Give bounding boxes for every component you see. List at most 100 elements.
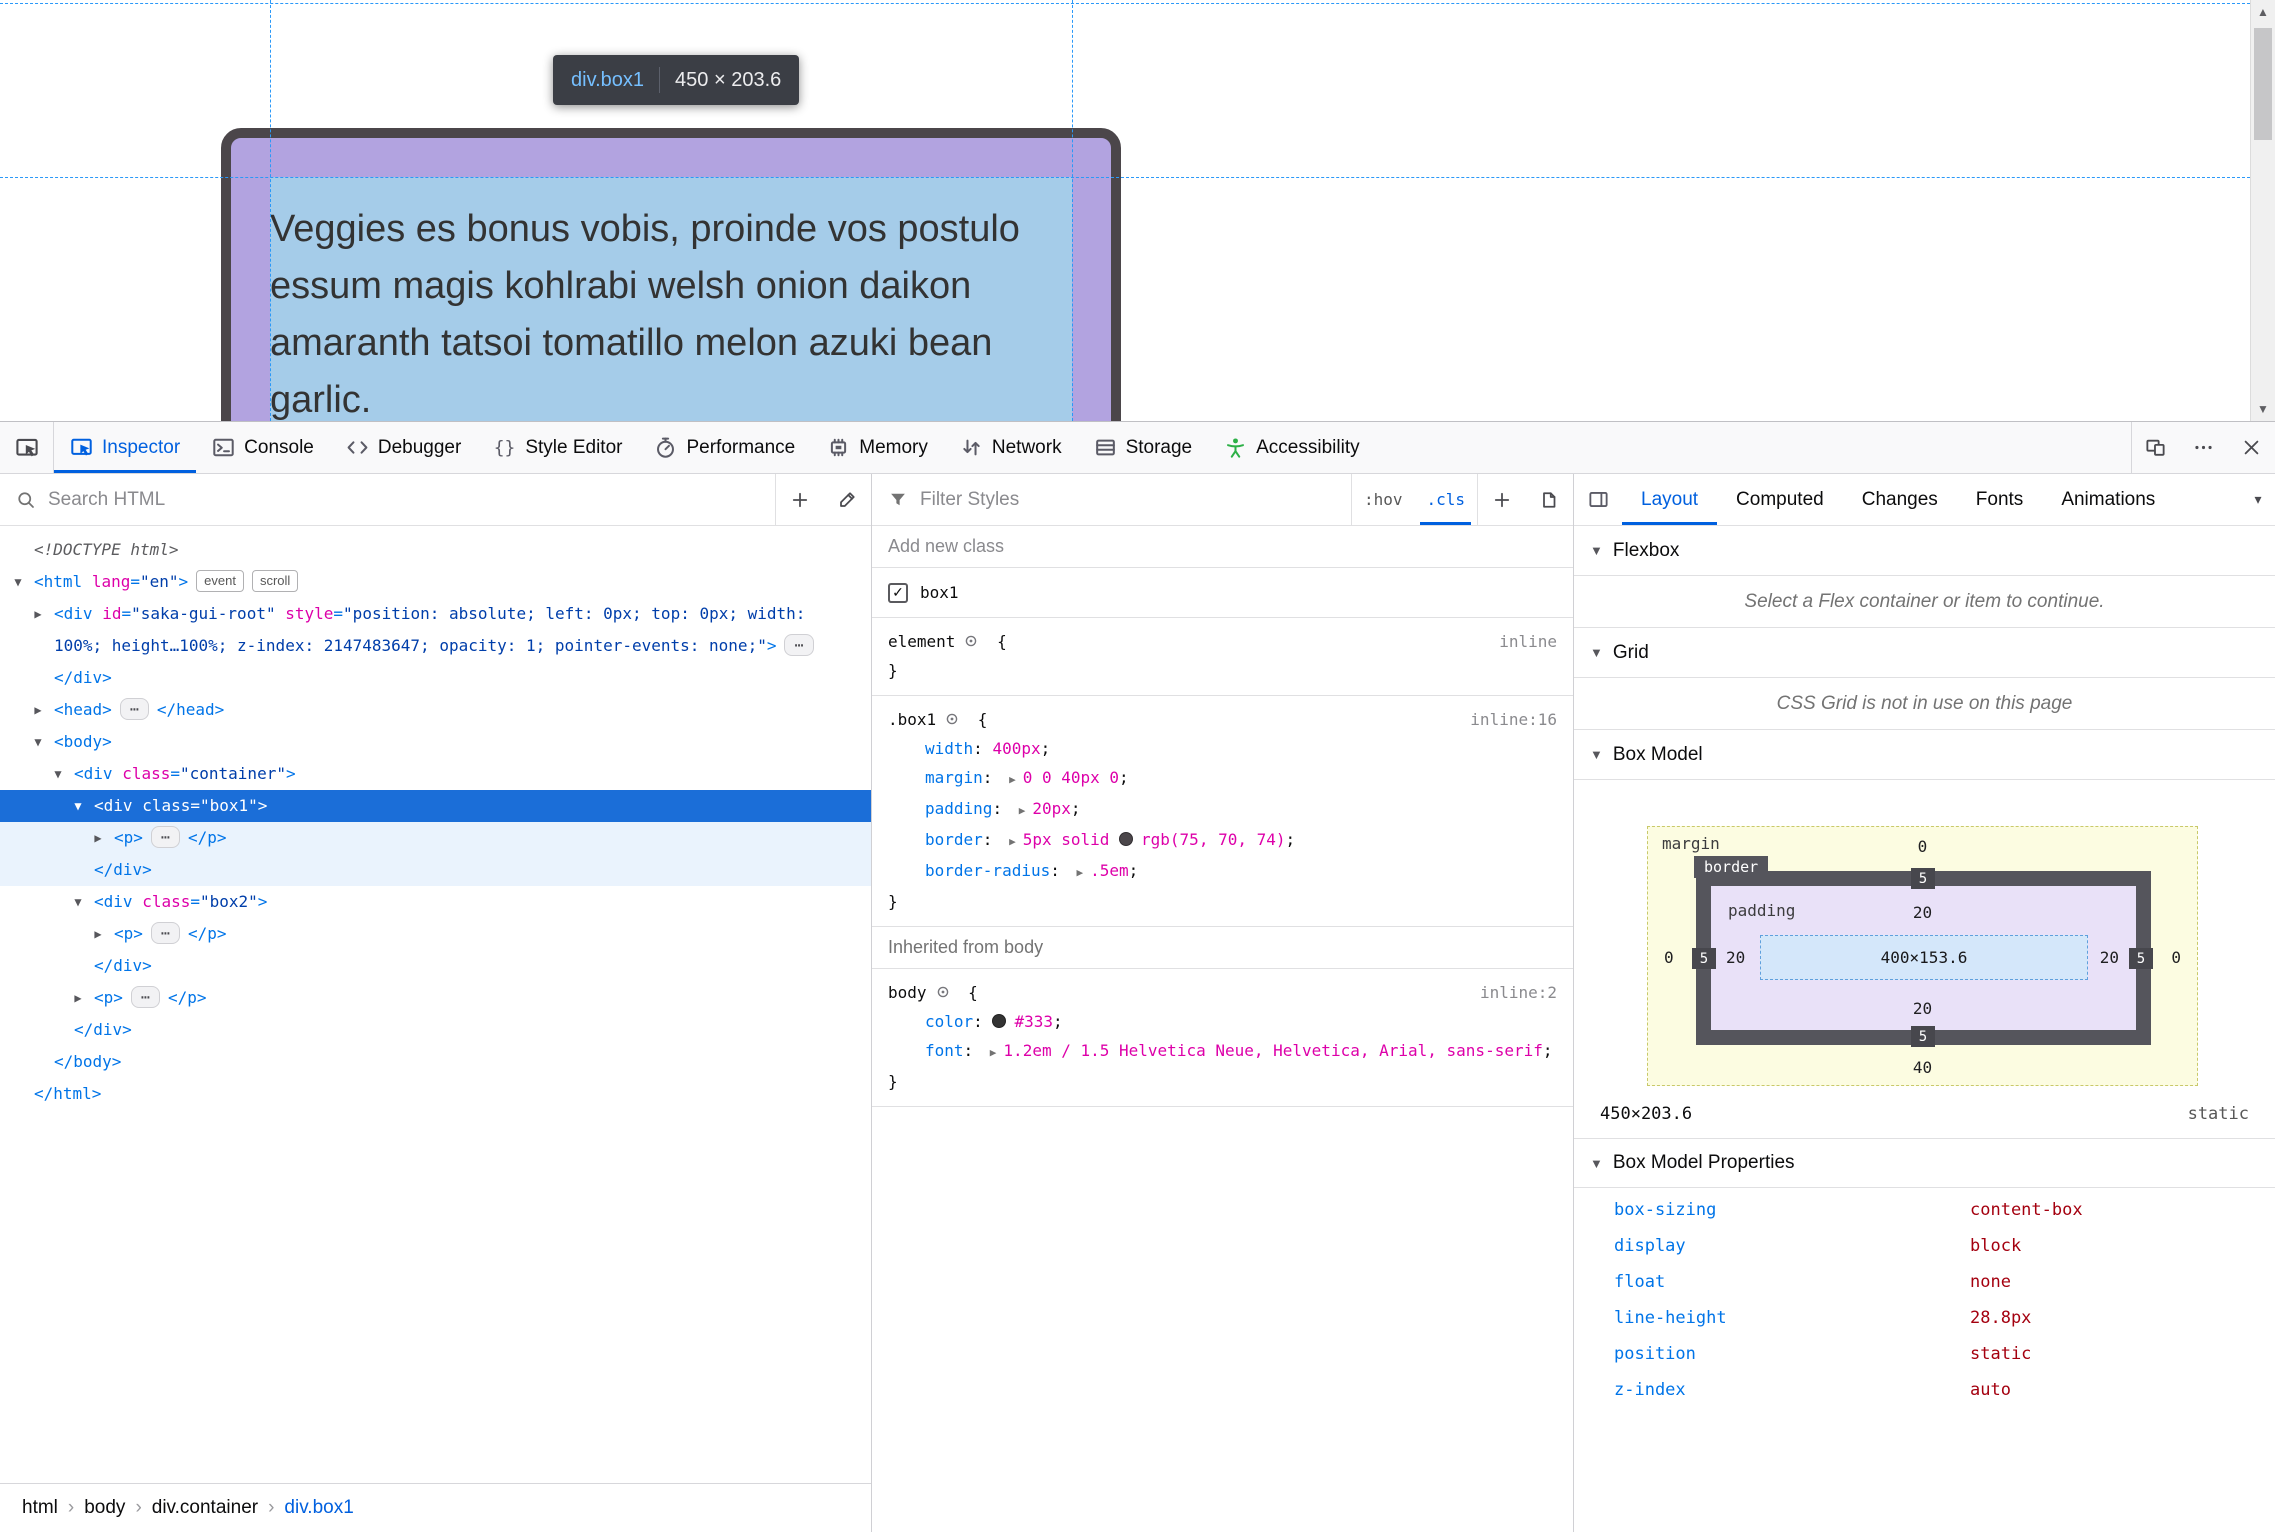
padding-right-value[interactable]: 20 [2100,948,2119,967]
expand-shorthand-icon[interactable]: ▶ [1019,804,1026,817]
margin-top-value[interactable]: 0 [1648,837,2197,856]
devtools-tab-accessibility[interactable]: Accessibility [1208,422,1375,473]
color-swatch[interactable] [1119,832,1134,846]
expand-shorthand-icon[interactable]: ▶ [1009,835,1016,848]
expand-shorthand-icon[interactable]: ▶ [1009,773,1016,786]
add-node-button[interactable] [775,474,823,525]
devtools-tab-console[interactable]: Console [196,422,330,473]
twisty-icon[interactable]: ▼ [28,726,48,758]
markup-node-row[interactable]: </html> [0,1078,871,1110]
layout-tab-fonts[interactable]: Fonts [1957,474,2043,525]
markup-node-row[interactable]: ▼ <html lang="en"> event scroll [0,566,871,598]
markup-node-row[interactable]: ▶ <p> ⋯ </p> [0,982,871,1014]
inline-ellipsis-button[interactable]: ⋯ [150,826,180,848]
markup-node-row[interactable]: ▼ <div class="container"> [0,758,871,790]
twisty-icon[interactable]: ▼ [68,886,88,918]
rule-source-link[interactable]: inline [1499,627,1557,656]
breadcrumb-item-body[interactable]: body [74,1497,135,1519]
twisty-icon[interactable]: ▶ [28,694,48,726]
twisty-icon[interactable]: ▶ [88,822,108,854]
close-button[interactable] [2227,422,2275,473]
devtools-tab-style-editor[interactable]: {} Style Editor [477,422,638,473]
property-value[interactable]: 1.2em / 1.5 Helvetica Neue, Helvetica, A… [1003,1041,1542,1060]
markup-node-row[interactable]: ▼ <div class="box1"> [0,790,871,822]
breadcrumb-item-div-box1[interactable]: div.box1 [274,1497,363,1519]
markup-node-row[interactable]: </div> [0,854,871,886]
class-checkbox[interactable]: ✓ [888,582,908,603]
border-top-value[interactable]: 5 [1911,868,1935,889]
content-box[interactable]: 400×153.6 [1760,935,2088,980]
markup-node-row[interactable]: <!DOCTYPE html> [0,534,871,566]
devtools-tab-performance[interactable]: Performance [638,422,811,473]
inline-ellipsis-button[interactable]: ⋯ [784,634,814,656]
padding-bottom-value[interactable]: 20 [1648,999,2197,1018]
devtools-tab-network[interactable]: Network [944,422,1078,473]
property-name[interactable]: width [925,739,973,758]
scrollbar-thumb[interactable] [2254,28,2272,140]
badge-scroll[interactable]: scroll [251,570,299,592]
all-tabs-menu-button[interactable]: ▾ [2241,474,2275,524]
markup-node-row[interactable]: ▶ <head> ⋯ </head> [0,694,871,726]
markup-node-row[interactable]: ▶ <p> ⋯ </p> [0,918,871,950]
layout-tab-layout[interactable]: Layout [1622,474,1718,525]
twisty-icon[interactable]: ▼ [8,566,28,598]
layout-tab-computed[interactable]: Computed [1717,474,1843,525]
flexbox-section-header[interactable]: ▼ Flexbox [1574,526,2275,576]
layout-tab-changes[interactable]: Changes [1843,474,1957,525]
inline-ellipsis-button[interactable]: ⋯ [119,698,149,720]
boxmodel-properties-header[interactable]: ▼ Box Model Properties [1574,1138,2275,1188]
eyedropper-button[interactable] [823,474,871,525]
breadcrumb-item-div-container[interactable]: div.container [142,1497,268,1519]
margin-right-value[interactable]: 0 [2171,948,2181,967]
pseudo-class-button[interactable]: :hov [1350,474,1415,525]
breadcrumb-item-html[interactable]: html [12,1497,68,1519]
expand-shorthand-icon[interactable]: ▶ [990,1046,997,1059]
twisty-icon[interactable]: ▶ [28,598,48,630]
property-value[interactable]: .5em [1090,861,1129,880]
devtools-tab-memory[interactable]: Memory [811,422,944,473]
class-panel-button[interactable]: .cls [1414,474,1477,525]
menu-button[interactable] [2179,422,2227,473]
property-name[interactable]: padding [925,799,992,818]
color-swatch[interactable] [992,1014,1007,1028]
padding-top-value[interactable]: 20 [1648,903,2197,922]
markup-node-row[interactable]: </div> [0,1014,871,1046]
inline-ellipsis-button[interactable]: ⋯ [150,922,180,944]
devtools-tab-storage[interactable]: Storage [1078,422,1209,473]
property-value[interactable]: 0 0 40px 0 [1023,768,1119,787]
devtools-tab-debugger[interactable]: Debugger [330,422,477,473]
selector-highlighter-icon[interactable] [935,984,951,1000]
twisty-icon[interactable]: ▶ [68,982,88,1014]
rule-source-link[interactable]: inline:2 [1480,978,1557,1007]
devtools-tab-inspector[interactable]: Inspector [54,422,197,473]
highlighted-element-content[interactable]: Veggies es bonus vobis, proinde vos post… [270,177,1072,421]
property-name[interactable]: color [925,1012,973,1031]
markup-node-row[interactable]: ▶ <p> ⋯ </p> [0,822,871,854]
border-left-value[interactable]: 5 [1692,948,1716,969]
badge-event[interactable]: event [196,570,244,592]
border-right-value[interactable]: 5 [2129,948,2153,969]
property-name[interactable]: font [925,1041,964,1060]
markup-node-row[interactable]: </body> [0,1046,871,1078]
property-name[interactable]: border [925,830,983,849]
scroll-up-icon[interactable]: ▲ [2251,5,2275,19]
property-value[interactable]: 5px solid [1023,830,1119,849]
margin-bottom-value[interactable]: 40 [1648,1058,2197,1077]
markup-node-row[interactable]: ▶ <div id="saka-gui-root" style="position… [0,598,871,694]
page-scrollbar[interactable]: ▲ ▼ [2250,0,2275,421]
markup-node-row[interactable]: ▼ <body> [0,726,871,758]
add-rule-button[interactable] [1477,474,1525,525]
rule-source-link[interactable]: inline:16 [1470,705,1557,734]
border-bottom-value[interactable]: 5 [1911,1026,1935,1047]
property-name[interactable]: margin [925,768,983,787]
property-value[interactable]: #333 [1014,1012,1053,1031]
padding-left-value[interactable]: 20 [1726,948,1745,967]
property-name[interactable]: border-radius [925,861,1050,880]
layout-tab-animations[interactable]: Animations [2042,474,2174,525]
property-value[interactable]: 400px [992,739,1040,758]
property-value[interactable]: rgb(75, 70, 74) [1141,830,1286,849]
markup-node-row[interactable]: ▼ <div class="box2"> [0,886,871,918]
twisty-icon[interactable]: ▼ [48,758,68,790]
responsive-button[interactable] [2131,422,2179,473]
markup-node-row[interactable]: </div> [0,950,871,982]
